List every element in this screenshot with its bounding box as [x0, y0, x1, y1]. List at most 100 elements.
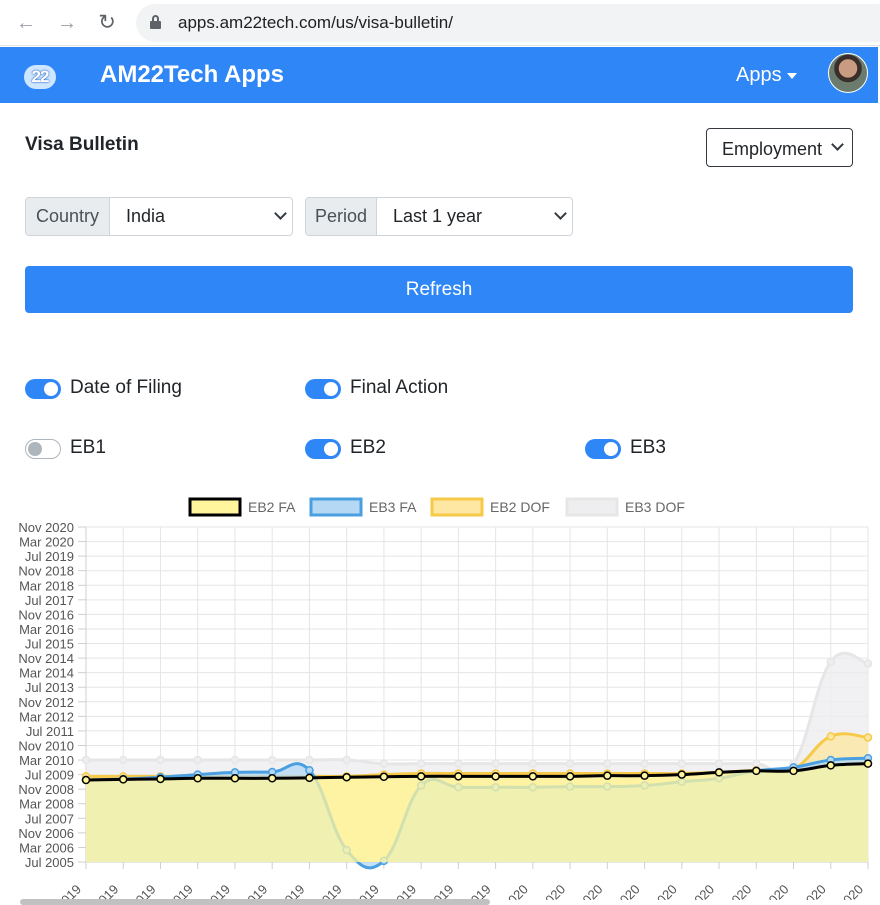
y-tick-label: Mar 2014 — [19, 666, 74, 681]
y-tick-label: Nov 2006 — [18, 826, 74, 841]
y-tick-label: Jul 2011 — [26, 724, 74, 739]
point-eb3-dof — [826, 657, 836, 666]
y-tick-label: Jul 2017 — [25, 593, 74, 608]
x-tick-label: 2020 — [612, 882, 643, 900]
toggle-label: EB1 — [70, 437, 106, 458]
logo-icon[interactable]: 22 — [24, 65, 56, 89]
x-tick-label: 2020 — [761, 882, 792, 900]
legend-label: EB3 DOF — [625, 499, 685, 515]
point-eb3-dof — [863, 659, 873, 668]
category-select[interactable]: Employment — [706, 128, 853, 167]
x-tick-label: 2020 — [686, 882, 717, 900]
point-eb2-fa — [528, 772, 538, 781]
toggle-switch[interactable] — [25, 379, 61, 399]
point-eb2-fa — [714, 768, 724, 777]
reload-icon[interactable]: ↻ — [95, 11, 119, 35]
avatar[interactable] — [828, 53, 868, 93]
point-eb3-dof — [379, 759, 389, 768]
x-tick-label: 2019 — [388, 882, 419, 900]
x-tick-label: 2019 — [463, 882, 494, 900]
x-tick-label: 2019 — [128, 882, 159, 900]
point-eb3-dof — [193, 755, 202, 765]
chevron-down-icon — [831, 138, 844, 151]
y-tick-label: Nov 2020 — [18, 520, 74, 535]
y-tick-label: Jul 2009 — [25, 768, 74, 783]
point-eb2-fa — [677, 770, 687, 779]
point-eb3-dof — [491, 759, 500, 768]
point-eb2-dof — [863, 733, 873, 742]
toggle-switch[interactable] — [585, 439, 621, 459]
period-label: Period — [306, 198, 377, 235]
point-eb3-dof — [528, 759, 538, 768]
point-eb2-fa — [267, 774, 277, 783]
toggle-switch[interactable] — [305, 379, 341, 399]
url-text[interactable]: apps.am22tech.com/us/visa-bulletin/ — [178, 13, 453, 33]
point-eb2-fa — [565, 772, 575, 781]
point-eb2-fa — [752, 766, 761, 776]
x-tick-label: 2020 — [723, 882, 754, 900]
page-title: Visa Bulletin — [25, 134, 139, 155]
apps-menu-button[interactable]: Apps — [736, 64, 782, 87]
x-tick-label: 2019 — [314, 882, 345, 900]
point-eb2-fa — [454, 772, 463, 781]
country-select[interactable]: India — [126, 198, 165, 235]
point-eb2-fa — [305, 773, 314, 783]
refresh-button[interactable]: Refresh — [25, 266, 853, 313]
y-tick-label: Nov 2016 — [18, 607, 74, 622]
legend-swatch — [188, 497, 242, 517]
y-tick-label: Mar 2016 — [19, 622, 74, 637]
country-select-group: Country India — [25, 197, 293, 236]
app-navbar: 22 AM22Tech Apps Apps — [0, 47, 878, 103]
visa-bulletin-chart: Nov 2020Mar 2020Jul 2019Nov 2018Mar 2018… — [18, 497, 873, 900]
y-tick-label: Jul 2019 — [25, 549, 74, 564]
point-eb3-dof — [714, 759, 724, 768]
back-arrow-icon[interactable]: ← — [14, 11, 38, 35]
y-tick-label: Nov 2010 — [18, 738, 74, 753]
x-tick-label: 2019 — [90, 882, 121, 900]
point-eb2-fa — [416, 772, 426, 781]
point-eb3-dof — [156, 755, 165, 765]
point-eb2-dof — [826, 732, 836, 741]
x-tick-label: 2019 — [202, 882, 233, 900]
y-tick-label: Nov 2012 — [18, 695, 74, 710]
point-eb3-dof — [677, 759, 687, 768]
point-eb2-fa — [379, 772, 389, 782]
legend-label: EB2 FA — [248, 499, 296, 515]
x-tick-label: 2020 — [835, 882, 866, 900]
category-select-value: Employment — [722, 139, 823, 159]
y-tick-label: Mar 2006 — [19, 840, 74, 855]
point-eb2-fa — [640, 771, 649, 780]
point-eb2-fa — [193, 774, 202, 783]
toggle-label: Date of Filing — [70, 377, 182, 398]
point-eb2-fa — [863, 759, 873, 768]
y-tick-label: Jul 2005 — [25, 855, 74, 870]
browser-toolbar: ← → ↻ apps.am22tech.com/us/visa-bulletin… — [0, 0, 880, 46]
horizontal-scrollbar[interactable] — [20, 899, 490, 905]
period-select[interactable]: Last 1 year — [393, 198, 482, 235]
y-tick-label: Mar 2018 — [19, 578, 74, 593]
y-tick-label: Mar 2008 — [19, 797, 74, 812]
lock-icon — [150, 15, 161, 29]
point-eb3-dof — [305, 755, 314, 765]
country-label: Country — [26, 198, 110, 235]
x-tick-label: 2020 — [574, 882, 605, 900]
x-tick-label: 2020 — [500, 882, 531, 900]
x-tick-label: 2019 — [276, 882, 307, 900]
point-eb3-dof — [416, 759, 426, 768]
point-eb2-fa — [156, 774, 165, 784]
period-select-group: Period Last 1 year — [305, 197, 573, 236]
x-tick-label: 2019 — [239, 882, 270, 900]
brand-title[interactable]: AM22Tech Apps — [100, 61, 284, 89]
x-tick-label: 2019 — [351, 882, 382, 900]
toggle-label: Final Action — [350, 377, 449, 398]
forward-arrow-icon[interactable]: → — [55, 11, 79, 35]
y-tick-label: Nov 2014 — [18, 651, 74, 666]
point-eb3-dof — [565, 759, 575, 768]
toggle-switch[interactable] — [25, 439, 61, 459]
caret-down-icon[interactable] — [787, 73, 797, 79]
line-eb3-dof — [85, 651, 869, 775]
y-tick-label: Nov 2008 — [18, 782, 74, 797]
toggle-label: EB2 — [350, 437, 386, 458]
point-eb2-fa — [491, 772, 500, 781]
toggle-switch[interactable] — [305, 439, 341, 459]
